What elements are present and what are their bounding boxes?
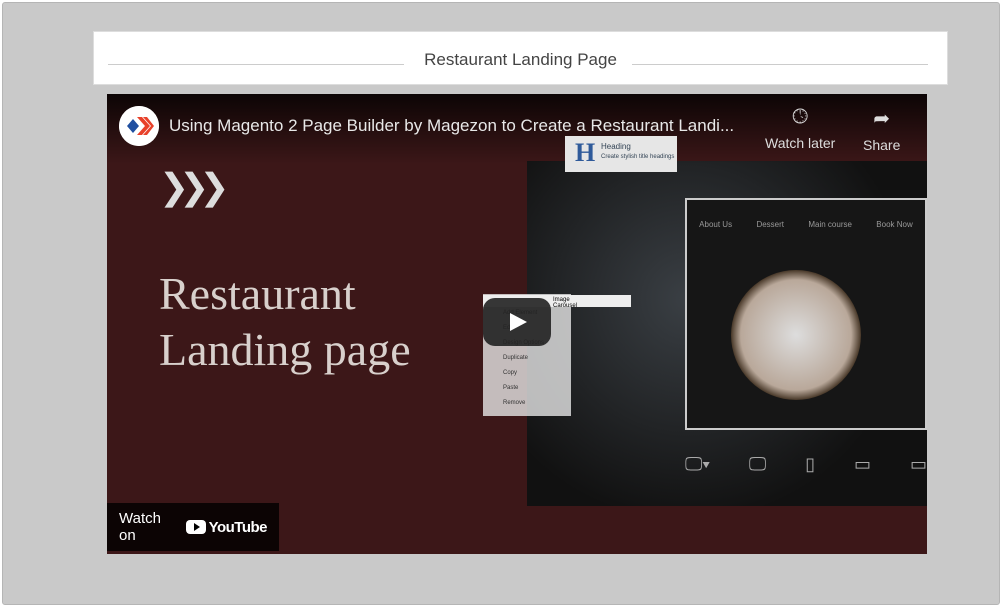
thumbnail-heading: Restaurant Landing page [159,266,411,378]
watch-on-youtube-button[interactable]: Watch on YouTube [107,503,279,551]
toolbar-label: Image Carousel [553,297,578,309]
share-icon: ➦ [873,108,891,130]
tablet-icon: ▭ [854,454,872,474]
menu-item: Copy [503,370,518,376]
desktop-dropdown-icon: 🖵▾ [685,454,710,474]
share-button[interactable]: ➦ Share [863,106,900,153]
page-frame: Restaurant Landing Page ❯❯❯ Restaurant L… [2,2,1000,605]
desktop-icon: 🖵 [748,454,767,474]
video-title-link[interactable]: Using Magento 2 Page Builder by Magezon … [169,116,734,136]
nav-item: Main course [808,220,852,229]
thumbnail-line-1: Restaurant [159,268,356,319]
menu-item: Paste [503,385,519,391]
menu-item: Duplicate [503,355,529,361]
watch-on-label: Watch on [119,510,161,544]
youtube-play-icon [185,520,206,534]
clock-icon: 🕓︎ [792,106,809,128]
watch-later-button[interactable]: 🕓︎ Watch later [765,106,835,151]
dessert-plate [731,270,861,400]
device-toolbar: 🖵▾ 🖵 ▯ ▭ ▭ [685,454,927,475]
page-title: Restaurant Landing Page [414,50,627,69]
watch-later-label: Watch later [765,135,836,151]
mobile-icon: ▭ [909,454,927,474]
youtube-embed[interactable]: ❯❯❯ Restaurant Landing page About Us Des… [107,94,927,554]
play-button[interactable] [483,298,551,346]
video-topbar: Using Magento 2 Page Builder by Magezon … [107,94,927,164]
thumbnail-preview: About Us Dessert Main course Book Now [685,198,927,430]
heading-card-title: Heading [601,142,631,151]
heading-h-icon: H [575,138,596,167]
section-header: Restaurant Landing Page [93,31,948,85]
youtube-wordmark: YouTube [208,518,268,536]
nav-item: Book Now [876,220,913,229]
youtube-logo: YouTube [185,518,268,536]
heading-card: H Heading Create stylish title headings [565,136,677,172]
menu-item: Remove [503,400,526,406]
nav-item: Dessert [756,220,784,229]
magezon-logo-icon: ❯❯❯ [159,166,229,207]
share-label: Share [863,137,901,153]
nav-item: About Us [699,220,733,229]
tablet-landscape-icon: ▯ [805,454,816,474]
channel-avatar[interactable] [119,106,159,146]
thumbnail-line-2: Landing page [159,324,411,375]
heading-card-sub: Create stylish title headings [601,154,675,160]
